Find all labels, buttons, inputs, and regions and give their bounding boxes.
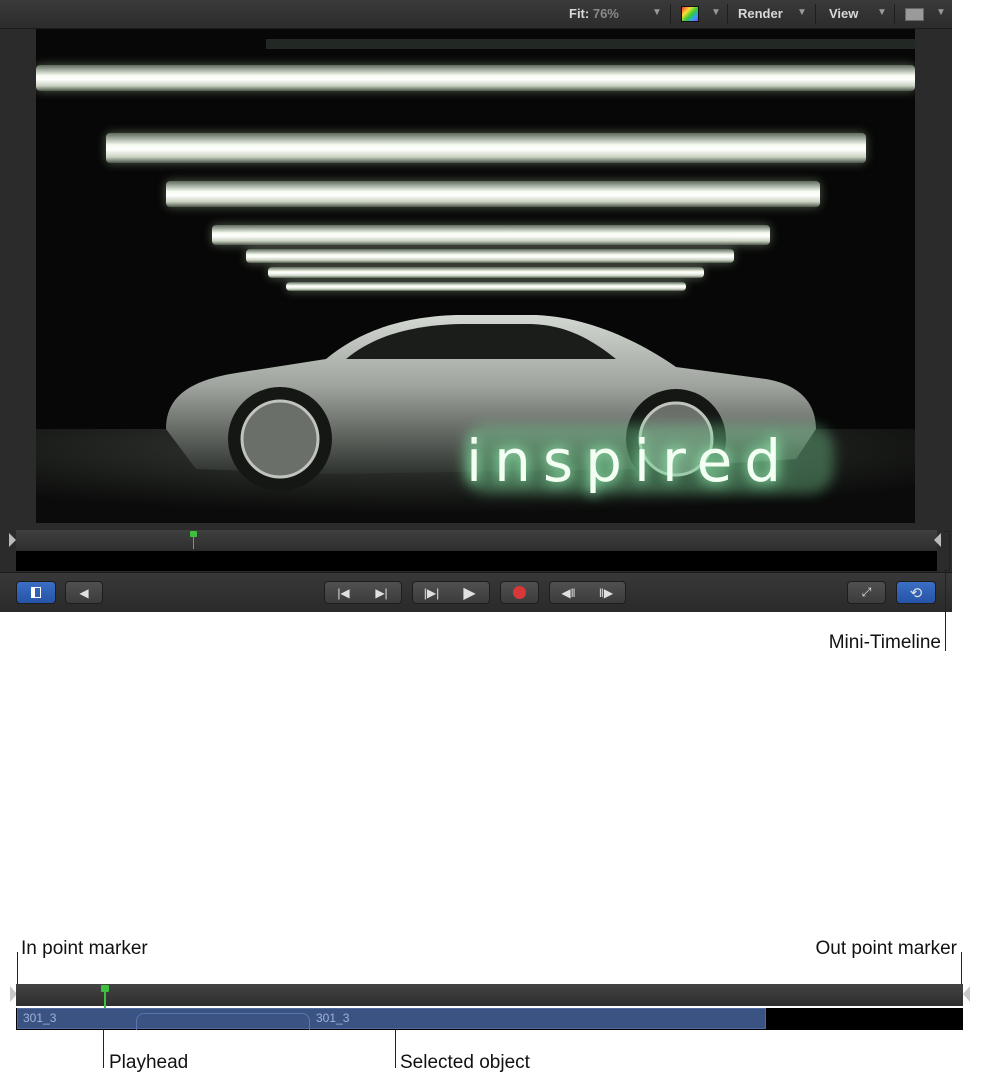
channels-dropdown-arrow-icon[interactable]: ▼: [711, 7, 721, 18]
view-menu[interactable]: View: [829, 6, 858, 21]
record-icon: [513, 586, 526, 599]
expand-arrows-icon: ⤢: [861, 585, 872, 599]
canvas-image[interactable]: inspired: [36, 29, 915, 523]
fit-zoom-menu[interactable]: Fit: 76%: [569, 6, 619, 21]
playhead-callout: Playhead: [109, 1052, 189, 1073]
next-frame-icon: ‖▶: [598, 585, 614, 600]
loop-playback-button[interactable]: ⟲: [896, 581, 936, 604]
viewer-toolbar: Fit: 76% ▼ ▼ Render ▼ View ▼ ▼: [0, 0, 952, 29]
color-channels-icon[interactable]: [681, 6, 699, 22]
viewer-window: Fit: 76% ▼ ▼ Render ▼ View ▼ ▼ inspired …: [0, 0, 952, 612]
clip-keyframe-hump: [136, 1013, 310, 1030]
selected-clip[interactable]: 301_3 301_3: [17, 1008, 766, 1030]
layout-dropdown-arrow-icon[interactable]: ▼: [936, 7, 946, 18]
next-frame-button[interactable]: ‖▶: [587, 581, 626, 604]
toggle-panel-icon: [31, 587, 41, 598]
play-button[interactable]: ▶: [450, 581, 490, 604]
go-to-end-icon: ▶|: [375, 585, 388, 600]
go-to-start-button[interactable]: |◀: [324, 581, 363, 604]
play-from-in-button[interactable]: |▶|: [412, 581, 451, 604]
callout-leader-line: [961, 952, 962, 988]
speaker-icon: ◀: [79, 585, 89, 600]
fullscreen-button[interactable]: ⤢: [847, 581, 886, 604]
callout-leader-line: [945, 571, 946, 651]
title-overlay-text[interactable]: inspired: [466, 427, 793, 495]
previous-frame-icon: ◀‖: [561, 585, 576, 600]
selected-object-callout: Selected object: [400, 1052, 530, 1073]
playhead-line: [104, 991, 106, 1008]
in-point-marker-icon[interactable]: [9, 533, 16, 547]
playhead-line: [193, 536, 194, 549]
mini-timeline-track[interactable]: [16, 551, 937, 571]
audio-button[interactable]: ◀: [65, 581, 103, 604]
clip-label: 301_3: [316, 1011, 350, 1025]
out-point-marker-icon[interactable]: [934, 533, 941, 547]
toggle-canvas-button[interactable]: [16, 581, 56, 604]
clip-label: 301_3: [23, 1011, 57, 1025]
zoomed-timeline-ruler[interactable]: [16, 984, 963, 1006]
callout-bracket: [949, 531, 950, 571]
in-point-marker-callout: In point marker: [21, 938, 148, 959]
callout-leader-line: [103, 1030, 104, 1068]
callout-leader-line: [395, 1030, 396, 1068]
go-to-end-button[interactable]: ▶|: [362, 581, 402, 604]
mini-timeline-callout: Mini-Timeline: [828, 632, 941, 653]
loop-icon: ⟲: [909, 584, 923, 602]
fit-value: 76%: [592, 6, 619, 21]
transport-controls: ◀ |◀ ▶| |▶| ▶ ◀‖ ‖▶ ⤢ ⟲: [0, 572, 952, 612]
view-layout-icon[interactable]: [905, 8, 924, 21]
out-point-marker-icon[interactable]: [963, 986, 970, 1002]
go-to-start-icon: |◀: [337, 585, 350, 600]
fit-dropdown-arrow-icon[interactable]: ▼: [652, 7, 662, 18]
previous-frame-button[interactable]: ◀‖: [549, 581, 588, 604]
render-menu[interactable]: Render: [738, 6, 783, 21]
play-in-out-icon: |▶|: [423, 585, 440, 600]
render-dropdown-arrow-icon[interactable]: ▼: [797, 7, 807, 18]
fit-label: Fit:: [569, 6, 590, 21]
mini-timeline-ruler[interactable]: [16, 530, 937, 550]
view-dropdown-arrow-icon[interactable]: ▼: [877, 7, 887, 18]
record-button[interactable]: [500, 581, 539, 604]
callout-leader-line: [17, 952, 18, 988]
play-icon: ▶: [463, 584, 476, 602]
out-point-marker-callout: Out point marker: [815, 938, 958, 959]
